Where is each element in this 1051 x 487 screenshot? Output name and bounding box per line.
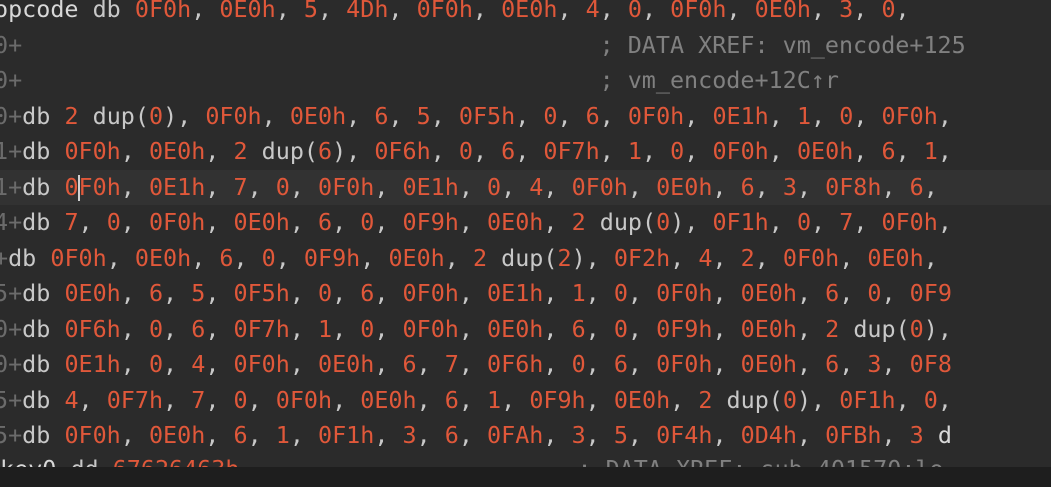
data-line[interactable]: 0+ ; DATA XREF: vm_encode+125	[0, 28, 1051, 63]
line-gutter: 5+	[0, 279, 23, 307]
data-line[interactable]: 5+db 4, 0F7h, 7, 0, 0F0h, 0E0h, 6, 1, 0F…	[0, 383, 1051, 418]
line-gutter: 1+	[0, 172, 23, 201]
data-line[interactable]: 0+db 0F6h, 0, 6, 0F7h, 1, 0, 0F0h, 0E0h,…	[0, 312, 1051, 347]
opcode-line[interactable]: opcode db 0F0h, 0E0h, 5, 4Dh, 0F0h, 0E0h…	[0, 0, 1051, 27]
line-text: ; vm_encode+12C↑r	[599, 66, 839, 94]
line-gutter: 0+	[0, 101, 23, 130]
data-line[interactable]: 5+db 0F0h, 0E0h, 6, 1, 0F1h, 3, 6, 0FAh,…	[0, 418, 1051, 453]
data-line[interactable]: 1+db 0F0h, 0E1h, 7, 0, 0F0h, 0E1h, 0, 4,…	[0, 169, 1051, 205]
data-line[interactable]: 5+db 0E0h, 6, 5, 0F5h, 0, 6, 0F0h, 0E1h,…	[0, 276, 1051, 311]
line-text: db 4, 0F7h, 7, 0, 0F0h, 0E0h, 6, 1, 0F9h…	[22, 385, 952, 414]
line-gutter: 0+	[0, 314, 23, 343]
line-text: db 0F0h, 0E0h, 6, 0, 0F9h, 0E0h, 2 dup(2…	[8, 243, 938, 272]
line-text: opcode db 0F0h, 0E0h, 5, 4Dh, 0F0h, 0E0h…	[0, 0, 910, 23]
line-text: db 0E1h, 0, 4, 0F0h, 0E0h, 6, 7, 0F6h, 0…	[22, 350, 952, 378]
data-line[interactable]: 0+db 2 dup(0), 0F0h, 0E0h, 6, 5, 0F5h, 0…	[0, 99, 1051, 134]
line-text: db 0F0h, 0E0h, 2 dup(6), 0F6h, 0, 6, 0F7…	[22, 137, 952, 165]
line-text: db 0E0h, 6, 5, 0F5h, 0, 6, 0F0h, 0E1h, 1…	[22, 279, 952, 307]
data-line[interactable]: +db 0F0h, 0E0h, 6, 0, 0F9h, 0E0h, 2 dup(…	[0, 241, 1051, 276]
data-line[interactable]: 1+db 0F0h, 0E0h, 2 dup(6), 0F6h, 0, 6, 0…	[0, 134, 1051, 169]
line-text: db 0F0h, 0E1h, 7, 0, 0F0h, 0E1h, 0, 4, 0…	[22, 172, 938, 201]
bottom-bar	[0, 467, 1051, 487]
data-line[interactable]: 4+db 7, 0, 0F0h, 0E0h, 6, 0, 0F9h, 0E0h,…	[0, 205, 1051, 240]
line-text: ; DATA XREF: vm_encode+125	[599, 30, 966, 59]
line-gutter: 0+	[0, 66, 23, 94]
line-gutter: 5+	[0, 421, 23, 449]
data-line[interactable]: 0+ ; vm_encode+12C↑r	[0, 63, 1051, 98]
line-gutter: 5+	[0, 385, 23, 414]
line-text: db 0F0h, 0E0h, 6, 1, 0F1h, 3, 6, 0FAh, 3…	[22, 421, 952, 449]
line-gutter: 1+	[0, 137, 23, 165]
line-gutter: 0+	[0, 30, 23, 59]
line-text: db 7, 0, 0F0h, 0E0h, 6, 0, 0F9h, 0E0h, 2…	[22, 208, 952, 236]
line-text: db 0F6h, 0, 6, 0F7h, 1, 0, 0F0h, 0E0h, 6…	[22, 314, 952, 343]
line-gutter: 0+	[0, 350, 23, 378]
line-gutter: 4+	[0, 208, 23, 236]
line-gutter: +	[0, 243, 9, 272]
data-line[interactable]: 0+db 0E1h, 0, 4, 0F0h, 0E0h, 6, 7, 0F6h,…	[0, 347, 1051, 382]
line-text: db 2 dup(0), 0F0h, 0E0h, 6, 5, 0F5h, 0, …	[22, 101, 952, 130]
disassembly-view[interactable]: opcode db 0F0h, 0E0h, 5, 4Dh, 0F0h, 0E0h…	[0, 0, 1051, 487]
